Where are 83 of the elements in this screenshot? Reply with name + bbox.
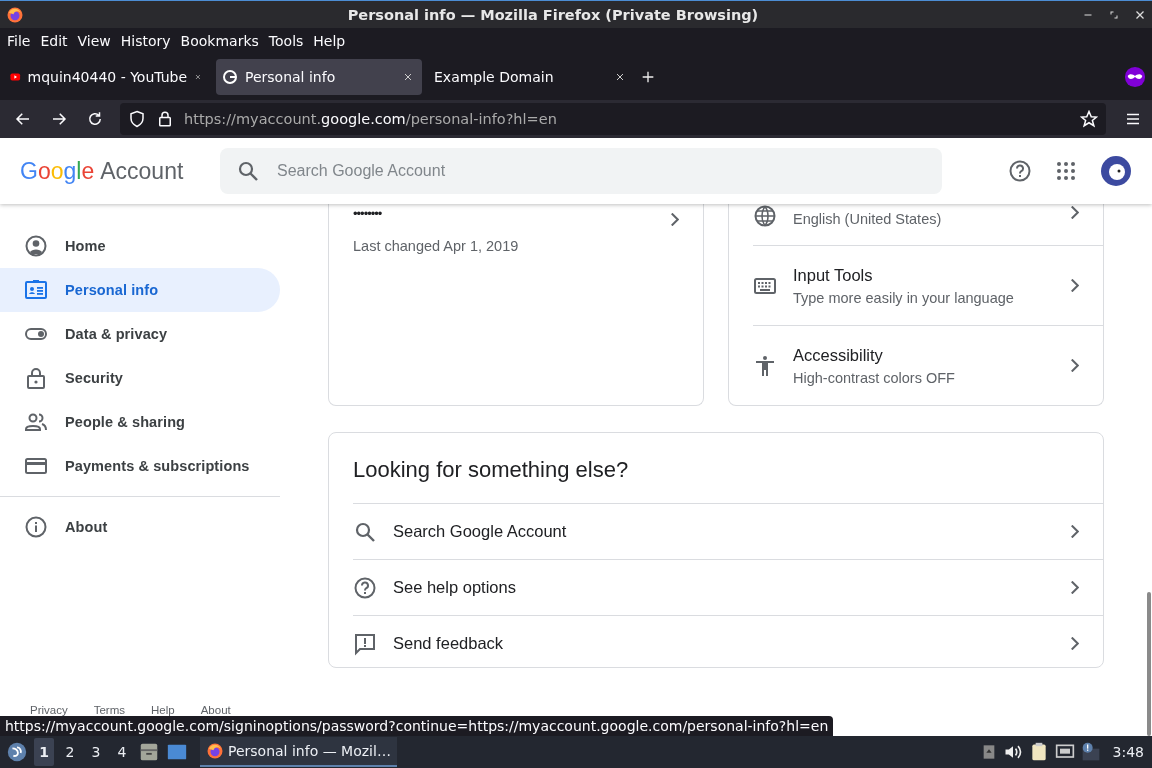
logo[interactable]: Google xyxy=(20,157,95,184)
row-subtitle: High-contrast colors OFF xyxy=(793,369,956,386)
menu-item[interactable]: View xyxy=(72,33,116,49)
taskbar-task[interactable]: Personal info — Mozil… xyxy=(200,737,397,767)
logo-subtitle: Account xyxy=(100,157,184,184)
workspace-button[interactable]: 1 xyxy=(34,738,54,766)
menu-item[interactable]: History xyxy=(115,33,176,49)
back-icon[interactable] xyxy=(14,110,32,128)
settings-row[interactable]: Input Tools Type more easily in your language xyxy=(753,246,1103,327)
sidebar-item[interactable]: Data & privacy xyxy=(0,312,280,356)
apps-grid-icon[interactable] xyxy=(1054,159,1078,183)
row-title: Accessibility xyxy=(793,345,884,365)
menu-item[interactable]: Edit xyxy=(35,33,73,49)
menu-item[interactable]: File xyxy=(2,33,36,49)
feedback-icon xyxy=(353,631,377,656)
chevron-right-icon xyxy=(1071,279,1079,293)
sidebar-item[interactable]: Payments & subscriptions xyxy=(0,444,280,488)
help-options-link[interactable]: See help options xyxy=(353,559,1103,615)
sidebar-item[interactable]: People & sharing xyxy=(0,400,280,444)
browser-tab[interactable]: Personal info xyxy=(216,59,422,95)
home-icon xyxy=(24,234,48,258)
chevron-right-icon xyxy=(1071,637,1079,650)
file-cabinet-icon[interactable] xyxy=(138,741,160,763)
search-field[interactable]: Search Google Account xyxy=(220,148,942,194)
chevron-right-icon xyxy=(1071,525,1079,538)
link-status-tooltip: https://myaccount.google.com/signinoptions/password?continue=https://myaccount.google.com/personal-info?hl=en xyxy=(0,716,834,736)
menu-item[interactable]: Tools xyxy=(263,33,309,49)
workspace-button[interactable]: 4 xyxy=(112,738,132,766)
sidebar-item[interactable]: Security xyxy=(0,356,280,400)
lock-icon xyxy=(24,366,48,390)
firefox-logo-icon xyxy=(206,742,224,760)
card-title: Looking for something else? xyxy=(353,457,630,483)
row-subtitle: English (United States) xyxy=(793,211,943,227)
window-title: Personal info — Mozilla Firefox (Private Browsing) xyxy=(346,6,760,23)
settings-row[interactable]: English (United States) xyxy=(753,204,1103,247)
search-account-link[interactable]: Search Google Account xyxy=(353,503,1103,559)
row-title: Input Tools xyxy=(793,265,874,285)
send-feedback-link[interactable]: Send feedback xyxy=(353,615,1103,671)
globe-icon xyxy=(753,204,777,228)
forward-icon[interactable] xyxy=(50,110,68,128)
password-detail: Last changed Apr 1, 2019 xyxy=(353,238,519,254)
search-icon xyxy=(236,159,260,183)
avatar-icon[interactable] xyxy=(1100,155,1132,187)
footer-link[interactable]: Help xyxy=(151,704,175,716)
close-icon[interactable] xyxy=(1134,8,1146,21)
footer-link[interactable]: Terms xyxy=(93,704,125,716)
close-tab-icon[interactable] xyxy=(402,71,414,83)
star-icon[interactable] xyxy=(1080,110,1098,128)
footer-link[interactable]: Privacy xyxy=(30,704,68,716)
workspace-button[interactable]: 3 xyxy=(86,738,106,766)
browser-tab[interactable]: Example Domain xyxy=(428,59,634,95)
private-browsing-icon xyxy=(1124,66,1146,88)
browser-tab[interactable]: mquin40440 - YouTube xyxy=(4,59,210,95)
masked-password: •••••••• xyxy=(353,208,382,220)
info-icon xyxy=(24,515,48,539)
shield-icon xyxy=(128,110,146,128)
chevron-right-icon xyxy=(671,213,679,226)
id-card-icon xyxy=(24,278,48,302)
sidebar-item[interactable]: Personal info xyxy=(0,268,280,312)
accessibility-icon xyxy=(753,353,777,378)
clock[interactable]: 3:48 xyxy=(1112,744,1144,760)
menu-item[interactable]: Help xyxy=(308,33,351,49)
firefox-logo-icon xyxy=(6,5,24,24)
sidebar-item[interactable]: About xyxy=(0,505,280,549)
menu-item[interactable]: Bookmarks xyxy=(175,33,264,49)
workspace-button[interactable]: 2 xyxy=(60,738,80,766)
chevron-right-icon xyxy=(1071,581,1079,594)
password-card[interactable]: •••••••• Last changed Apr 1, 2019 xyxy=(328,204,704,406)
reload-icon[interactable] xyxy=(86,110,104,128)
notification-icon[interactable] xyxy=(1080,741,1101,763)
scrollbar-thumb[interactable] xyxy=(1147,592,1151,736)
chevron-right-icon xyxy=(1071,206,1079,219)
sidebar-item[interactable]: Home xyxy=(0,224,280,268)
help-icon[interactable] xyxy=(1008,159,1032,183)
close-tab-icon[interactable] xyxy=(614,71,626,83)
new-tab-icon[interactable] xyxy=(640,69,656,85)
footer-link[interactable]: About xyxy=(200,704,231,716)
chevron-right-icon xyxy=(1071,359,1079,373)
settings-row[interactable]: Accessibility High-contrast colors OFF xyxy=(753,326,1103,405)
help-icon xyxy=(353,575,377,600)
start-menu-icon[interactable] xyxy=(6,741,28,763)
row-subtitle: Type more easily in your language xyxy=(793,289,1015,306)
lock-icon xyxy=(156,110,174,128)
